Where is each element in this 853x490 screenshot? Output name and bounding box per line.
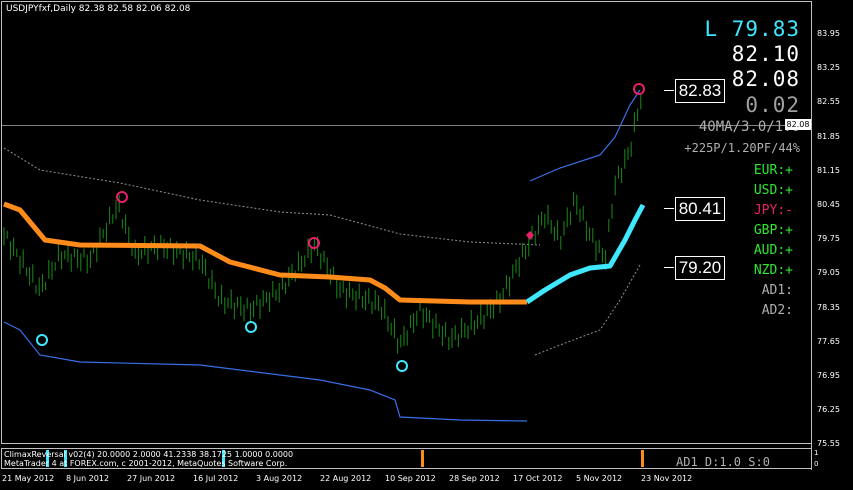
reversal-marker [36, 334, 48, 346]
reversal-marker [245, 321, 257, 333]
ma-settings: 40MA/3.0/1.0 [698, 119, 800, 135]
reversal-marker [116, 191, 128, 203]
y-tick-label: 75.55 [817, 439, 840, 449]
indicator-scale-bottom: 0 [814, 460, 819, 468]
x-tick-label: 16 Jul 2012 [193, 474, 239, 483]
y-tick-label: 82.55 [817, 97, 840, 107]
upper-dotted-band [3, 147, 541, 246]
signal-diamond [526, 231, 534, 240]
level-tick-top [664, 90, 674, 91]
x-tick-label: 17 Oct 2012 [513, 474, 563, 483]
bands-layer [3, 89, 641, 422]
copyright-text: MetaTrader 4 at FOREX.com, c 2001-2012, … [4, 459, 288, 468]
currency-strength-item: NZD:+ [753, 263, 793, 278]
chart-title: USDJPYfxf,Daily 82.38 82.58 82.06 82.08 [6, 4, 191, 14]
ad-status: AD1 D:1.0 S:0 [676, 455, 770, 469]
currency-strength-item: GBP:+ [753, 223, 793, 238]
currency-strength-item: AUD:+ [753, 243, 793, 258]
currency-strength-item: AD2: [761, 303, 793, 318]
currency-strength-item: AD1: [761, 283, 793, 298]
currency-strength-item: USD:+ [753, 183, 793, 198]
x-tick-label: 10 Sep 2012 [385, 474, 436, 483]
indicator-label: ClimaxReversal v02(4) 20.0000 2.0000 41.… [4, 450, 294, 459]
y-tick-label: 81.85 [817, 131, 840, 141]
ma-orange-line [3, 201, 527, 305]
y-tick-label: 78.35 [817, 302, 840, 312]
lower-band-line [3, 321, 528, 422]
level-box-top: 82.83 [675, 79, 725, 103]
y-tick-label: 76.25 [817, 405, 840, 415]
y-tick-label: 76.95 [817, 371, 840, 380]
x-tick-label: 23 Nov 2012 [641, 474, 693, 483]
currency-strength-item: JPY:- [753, 203, 793, 218]
lower-dotted-band [534, 264, 641, 356]
level-box-mid: 80.41 [675, 197, 725, 221]
indicator-bar [641, 450, 644, 467]
l-value: L 79.83 [704, 17, 800, 41]
x-tick-label: 28 Sep 2012 [449, 474, 500, 483]
x-tick-label: 5 Nov 2012 [576, 474, 623, 483]
x-tick-label: 8 Jun 2012 [66, 474, 110, 483]
y-tick-label: 83.25 [817, 63, 840, 73]
y-tick-label: 80.45 [817, 200, 840, 209]
level-tick-low [664, 267, 674, 268]
stats-text: +225P/1.20PF/44% [684, 141, 800, 155]
reversal-marker [396, 360, 408, 372]
level-box-low: 79.20 [675, 256, 725, 280]
y-tick-label: 81.15 [817, 165, 840, 175]
x-tick-label: 3 Aug 2012 [256, 474, 303, 483]
x-tick-label: 21 May 2012 [2, 474, 55, 483]
x-tick-label: 27 Jun 2012 [127, 474, 176, 483]
y-tick-label: 79.05 [817, 268, 840, 278]
y-tick-label: 83.95 [817, 29, 840, 38]
current-price-label: 82.08 [785, 119, 811, 130]
y-tick-label: 79.75 [817, 234, 840, 244]
currency-strength-item: EUR:+ [753, 163, 793, 178]
indicator-scale-top: 1 [814, 449, 819, 457]
price-bid: 82.10 [731, 42, 800, 66]
level-tick-mid [664, 208, 674, 209]
x-tick-label: 22 Aug 2012 [320, 474, 372, 483]
indicator-bar [421, 450, 424, 467]
y-tick-label: 77.65 [817, 336, 840, 346]
